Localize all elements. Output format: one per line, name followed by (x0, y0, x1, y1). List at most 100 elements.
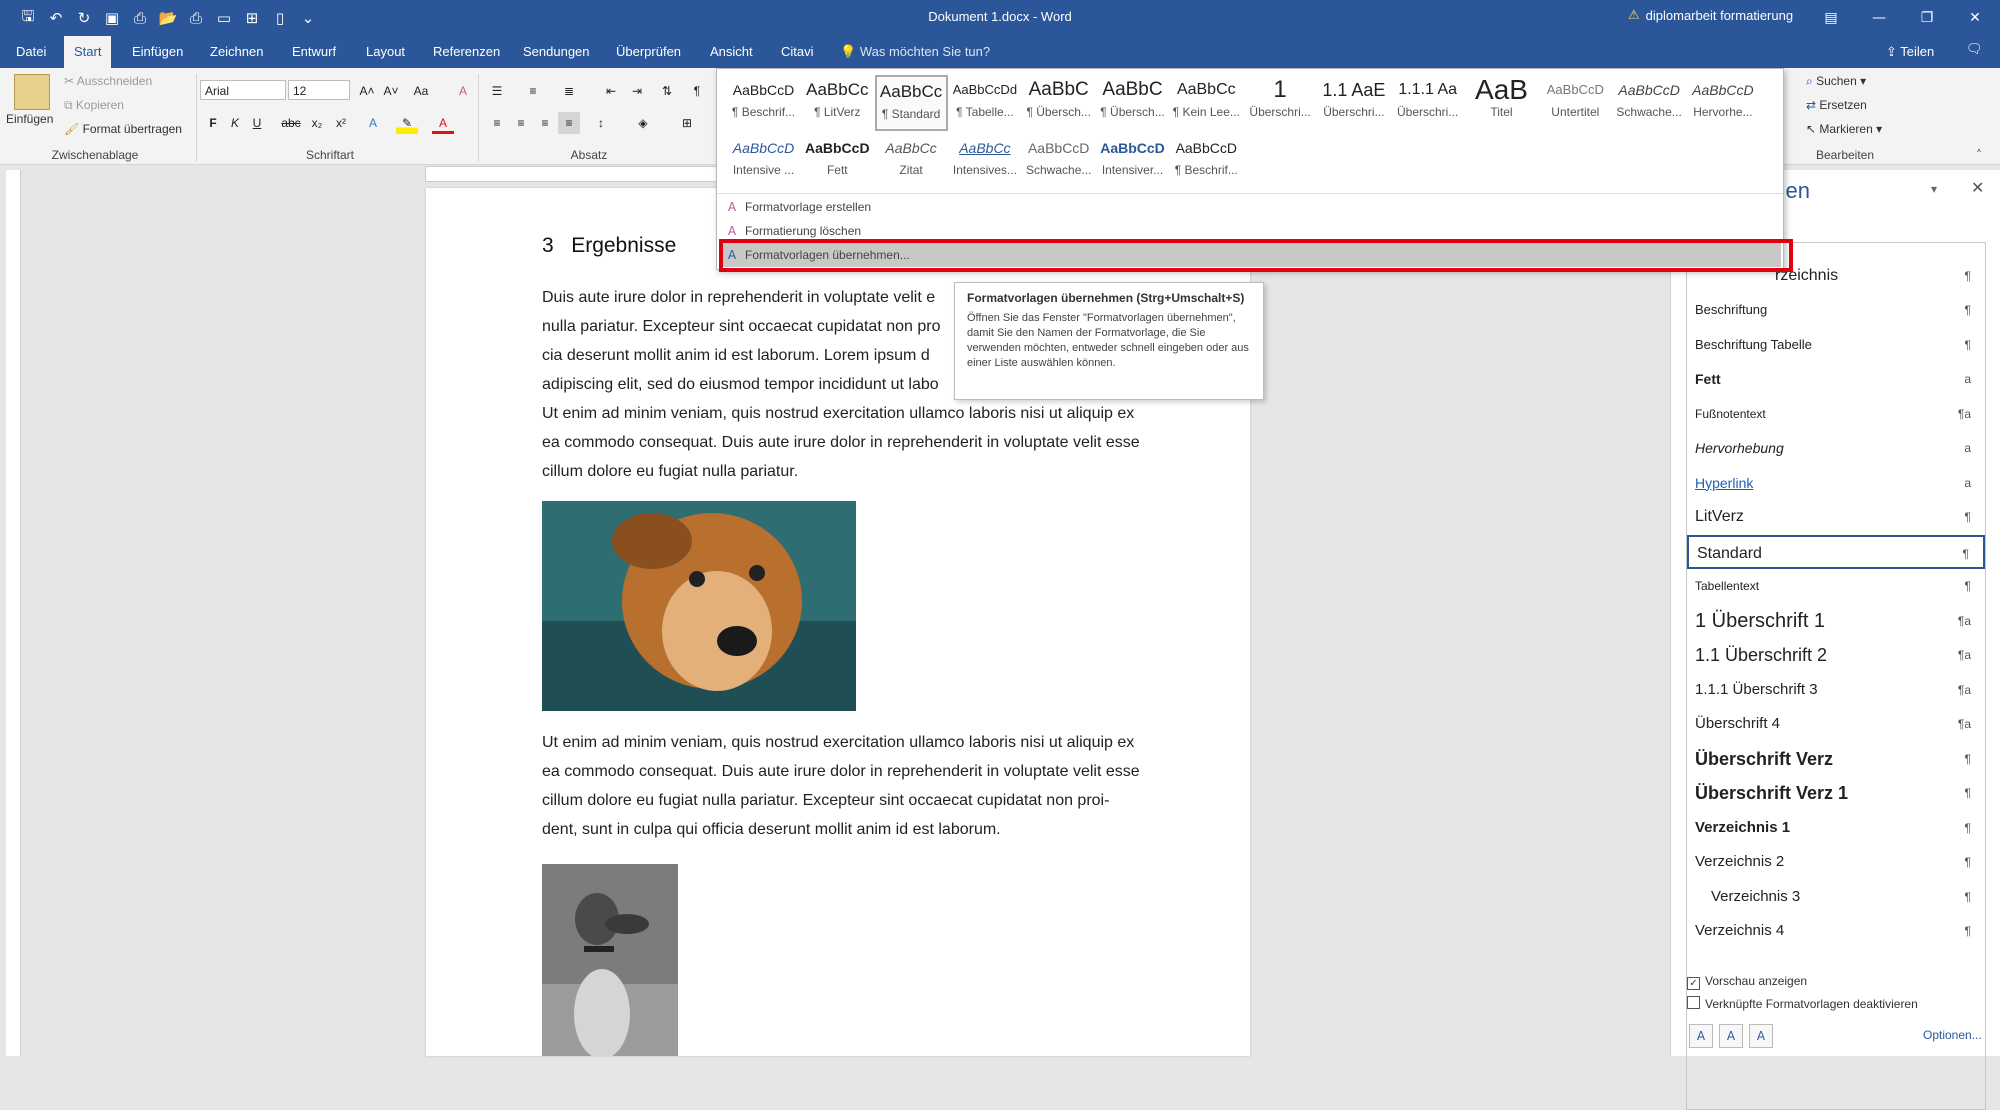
options-link[interactable]: Optionen... (1923, 1028, 1982, 1042)
tab-sendungen[interactable]: Sendungen (513, 36, 600, 68)
underline-button[interactable]: U (246, 112, 268, 134)
font-size-combo[interactable]: 12 (288, 80, 350, 100)
style-item[interactable]: Tabellentext ¶ (1687, 569, 1985, 603)
tab-ueberpruefen[interactable]: Überprüfen (606, 36, 691, 68)
style-tile[interactable]: AaBbCcD Untertitel (1539, 75, 1612, 131)
disable-linked-checkbox[interactable]: Verknüpfte Formatvorlagen deaktivieren (1687, 996, 1997, 1011)
style-tile[interactable]: AaBbCcD ¶ Beschrif... (727, 75, 800, 131)
style-item[interactable]: Fußnotentext ¶a (1687, 397, 1985, 431)
shading-icon[interactable]: ◈ (632, 112, 654, 134)
style-tile[interactable]: 1.1 AaE Überschri... (1317, 75, 1390, 131)
style-item[interactable]: 1.1 Überschrift 2 ¶a (1687, 638, 1985, 672)
new-style-icon[interactable]: A (1689, 1024, 1713, 1048)
strikethrough-button[interactable]: abc (280, 112, 302, 134)
style-tile[interactable]: AaBbCcD Schwache... (1022, 133, 1095, 189)
style-tile[interactable]: 1.1.1 Aa Überschri... (1391, 75, 1464, 131)
style-item[interactable]: Verzeichnis 2 ¶ (1687, 845, 1985, 879)
tab-citavi[interactable]: Citavi (771, 36, 824, 68)
layout-icon[interactable]: ▭ (210, 4, 238, 32)
decrease-indent-icon[interactable]: ⇤ (600, 80, 622, 102)
account-warning[interactable]: ⚠ diplomarbeit formatierung (1628, 8, 1793, 23)
align-right-icon[interactable]: ≡ (534, 112, 556, 134)
style-tile[interactable]: AaB Titel (1465, 75, 1538, 131)
style-tile[interactable]: AaBbC ¶ Übersch... (1096, 75, 1169, 131)
tab-referenzen[interactable]: Referenzen (423, 36, 510, 68)
style-tile[interactable]: AaBbCcD Intensive ... (727, 133, 800, 189)
style-tile[interactable]: AaBbCc ¶ LitVerz (801, 75, 874, 131)
tab-zeichnen[interactable]: Zeichnen (200, 36, 273, 68)
align-center-icon[interactable]: ≡ (510, 112, 532, 134)
style-tile[interactable]: AaBbCcD ¶ Beschrif... (1170, 133, 1243, 189)
style-item[interactable]: Verzeichnis 4 ¶ (1687, 914, 1985, 948)
pane-options-icon[interactable]: ▾ (1931, 182, 1937, 196)
style-tile[interactable]: AaBbC ¶ Übersch... (1022, 75, 1095, 131)
paste-icon[interactable] (14, 74, 50, 110)
font-name-combo[interactable]: Arial (200, 80, 286, 100)
manage-styles-icon[interactable]: A (1749, 1024, 1773, 1048)
customize-icon[interactable]: ⌄ (294, 4, 322, 32)
align-left-icon[interactable]: ≡ (486, 112, 508, 134)
sort-icon[interactable]: ⇅ (656, 80, 678, 102)
italic-button[interactable]: K (224, 112, 246, 134)
grow-font-icon[interactable]: A˄ (356, 80, 378, 102)
style-item[interactable]: LitVerz ¶ (1687, 500, 1985, 534)
text-effects-icon[interactable]: A (362, 112, 384, 134)
undo-icon[interactable]: ↶ (42, 4, 70, 32)
style-tile[interactable]: AaBbCc Zitat (875, 133, 948, 189)
style-item[interactable]: Hervorhebung a (1687, 431, 1985, 465)
dog-photo[interactable] (542, 501, 856, 711)
tab-ansicht[interactable]: Ansicht (700, 36, 763, 68)
highlight-icon[interactable]: ✎ (396, 112, 418, 134)
show-marks-icon[interactable]: ¶ (686, 80, 708, 102)
tab-einfuegen[interactable]: Einfügen (122, 36, 193, 68)
style-item[interactable]: Hyperlink a (1687, 466, 1985, 500)
vertical-ruler[interactable] (6, 170, 21, 1056)
font-color-icon[interactable]: A (432, 112, 454, 134)
comments-icon[interactable]: 🗨 (1966, 42, 1983, 57)
find-button[interactable]: ⌕ Suchen ▾ (1806, 74, 1866, 89)
style-tile[interactable]: AaBbCcD Fett (801, 133, 874, 189)
collapse-ribbon-icon[interactable]: ˄ (1976, 148, 1982, 162)
style-item[interactable]: Verzeichnis 3 ¶ (1687, 880, 1985, 914)
tab-layout[interactable]: Layout (356, 36, 415, 68)
paragraph-2[interactable]: Ut enim ad minim veniam, quis nostrud ex… (542, 728, 1154, 844)
change-case-icon[interactable]: Aa (410, 80, 432, 102)
multilevel-list-icon[interactable]: ≣ (558, 80, 580, 102)
replace-button[interactable]: ⇄ Ersetzen (1806, 98, 1867, 112)
style-item[interactable]: 1.1.1 Überschrift 3 ¶a (1687, 673, 1985, 707)
greyhound-photo[interactable] (542, 864, 678, 1056)
minimize-icon[interactable]: — (1856, 0, 1902, 36)
restore-icon[interactable]: ❐ (1904, 0, 1950, 36)
tab-entwurf[interactable]: Entwurf (282, 36, 346, 68)
share-button[interactable]: ⇪ Teilen (1886, 36, 1934, 68)
heading-3[interactable]: 3 Ergebnisse (542, 234, 676, 258)
style-item[interactable]: Beschriftung Tabelle ¶ (1687, 328, 1985, 362)
line-spacing-icon[interactable]: ↕ (590, 112, 612, 134)
style-item[interactable]: Beschriftung ¶ (1687, 293, 1985, 327)
style-tile[interactable]: AaBbCcD Hervorhe... (1686, 75, 1759, 131)
close-icon[interactable]: ✕ (1952, 0, 1998, 36)
borders-icon[interactable]: ⊞ (676, 112, 698, 134)
copy-button[interactable]: ⧉ Kopieren (64, 98, 124, 113)
style-tile[interactable]: AaBbCc ¶ Standard (874, 75, 948, 131)
cut-button[interactable]: ✂ Ausschneiden (64, 74, 152, 88)
tell-me-search[interactable]: 💡 Was möchten Sie tun? (840, 36, 990, 68)
select-button[interactable]: ↖ Markieren ▾ (1806, 122, 1882, 136)
style-tile[interactable]: AaBbCc ¶ Kein Lee... (1170, 75, 1243, 131)
open-icon[interactable]: 📂 (154, 4, 182, 32)
style-tile[interactable]: 1 Überschri... (1244, 75, 1317, 131)
style-item[interactable]: Standard ¶ (1687, 534, 1985, 569)
format-painter-button[interactable]: 🖌 Format übertragen (64, 122, 182, 136)
increase-indent-icon[interactable]: ⇥ (626, 80, 648, 102)
ribbon-display-icon[interactable]: ▤ (1808, 0, 1854, 36)
create-style-menu-item[interactable]: A Formatvorlage erstellen (719, 195, 1781, 219)
subscript-button[interactable]: x₂ (306, 112, 328, 134)
superscript-button[interactable]: x² (330, 112, 352, 134)
style-tile[interactable]: AaBbCcD Intensiver... (1096, 133, 1169, 189)
save-as-icon[interactable]: ▣ (98, 4, 126, 32)
style-item[interactable]: Überschrift 4 ¶a (1687, 707, 1985, 741)
print-icon[interactable]: ⎙ (182, 4, 210, 32)
numbering-icon[interactable]: ≡ (522, 80, 544, 102)
shrink-font-icon[interactable]: A˅ (380, 80, 402, 102)
clear-format-icon[interactable]: A (452, 80, 474, 102)
